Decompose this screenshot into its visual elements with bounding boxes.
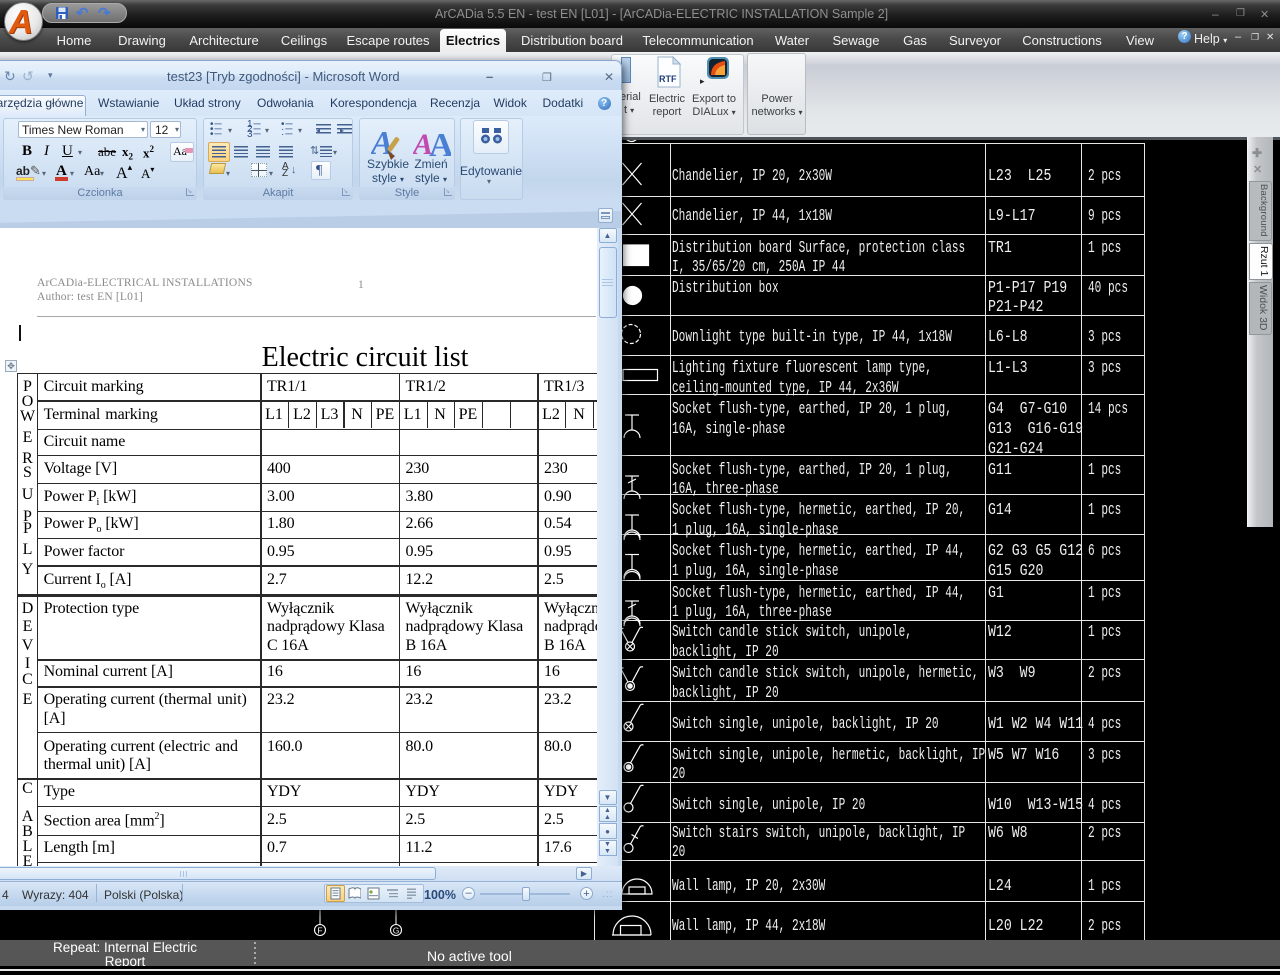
svg-text:F: F [317, 925, 322, 935]
svg-text:RTF: RTF [659, 74, 677, 84]
svg-text:A: A [429, 127, 451, 160]
svg-text:G: G [393, 925, 400, 935]
